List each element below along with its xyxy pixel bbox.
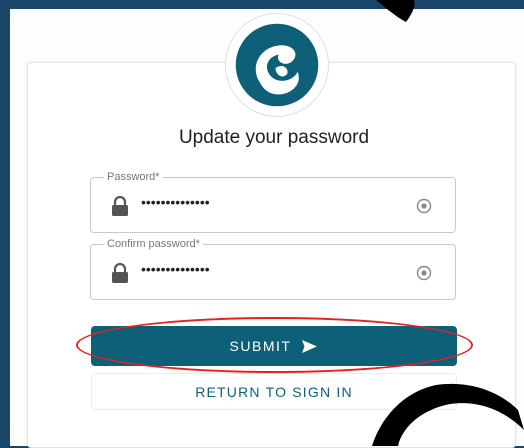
return-label: RETURN TO SIGN IN [195, 383, 353, 400]
lock-icon [112, 263, 128, 283]
password-input[interactable]: •••••••••••••• [141, 194, 210, 210]
lock-icon [112, 196, 128, 216]
brand-logo-icon [235, 23, 319, 107]
confirm-password-input[interactable]: •••••••••••••• [141, 261, 210, 277]
password-label: Password* [104, 170, 163, 184]
eye-icon[interactable] [416, 198, 432, 214]
eye-icon[interactable] [416, 265, 432, 281]
logo-badge [225, 13, 329, 117]
submit-label: SUBMIT [229, 338, 292, 354]
submit-button[interactable]: SUBMIT [91, 326, 457, 366]
page-title: Update your password [178, 127, 370, 148]
password-field[interactable]: Password* •••••••••••••• [90, 170, 456, 233]
confirm-password-label: Confirm password* [104, 237, 203, 251]
send-icon [302, 339, 318, 353]
return-to-sign-in-button[interactable]: RETURN TO SIGN IN [91, 373, 457, 410]
confirm-password-field[interactable]: Confirm password* •••••••••••••• [90, 237, 456, 300]
